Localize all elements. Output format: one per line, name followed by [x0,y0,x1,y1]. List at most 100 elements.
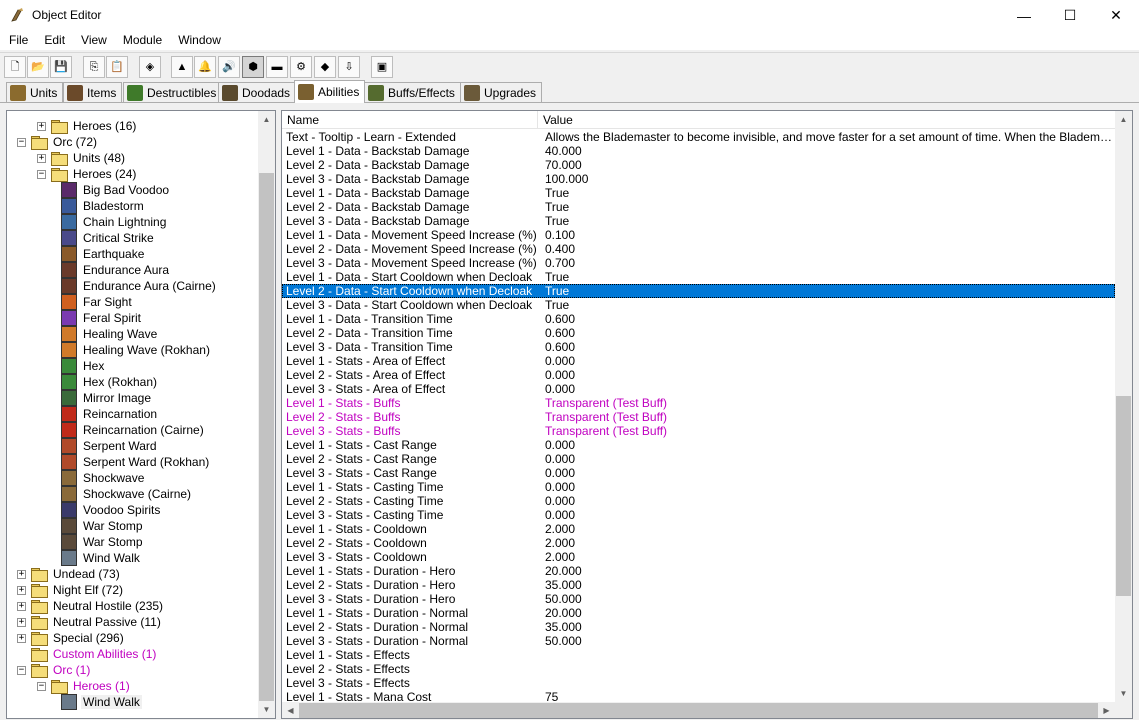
tree-ability-item[interactable]: Shockwave [61,470,146,486]
grid-row[interactable]: Level 1 - Data - Backstab Damage True [282,186,1115,200]
grid-row[interactable]: Level 2 - Stats - Cast Range 0.000 [282,452,1115,466]
tree-ability-item[interactable]: Wind Walk [61,550,142,566]
grid-row[interactable]: Level 2 - Data - Movement Speed Increase… [282,242,1115,256]
grid-row[interactable]: Level 2 - Stats - Area of Effect 0.000 [282,368,1115,382]
tab-abilities[interactable]: Abilities [294,80,366,103]
test-map-button[interactable]: ▣ [371,56,393,78]
grid-row[interactable]: Level 3 - Data - Backstab Damage True [282,214,1115,228]
expand-icon[interactable]: + [17,601,26,611]
unit-module-button[interactable]: ◈ [139,56,161,78]
open-button[interactable]: 📂 [27,56,49,78]
grid-row[interactable]: Level 3 - Data - Transition Time 0.600 [282,340,1115,354]
tree-ability-item[interactable]: Feral Spirit [61,310,143,326]
tab-buffs-effects[interactable]: Buffs/Effects [364,82,461,102]
grid-row[interactable]: Level 2 - Stats - Cooldown 2.000 [282,536,1115,550]
tree-folder-item[interactable]: + Special (296) [17,630,126,646]
tree-scroll-up-icon[interactable]: ▲ [258,111,275,128]
column-header-name[interactable]: Name [282,111,538,129]
grid-scroll-right-icon[interactable]: ▶ [1098,702,1115,718]
tree-scrollbar[interactable]: ▲ ▼ [258,111,275,718]
expand-icon[interactable]: + [37,153,46,163]
tree-ability-item[interactable]: Critical Strike [61,230,156,246]
grid-row[interactable]: Level 1 - Data - Backstab Damage 40.000 [282,144,1115,158]
grid-row[interactable]: Level 1 - Stats - Duration - Normal 20.00… [282,606,1115,620]
grid-row[interactable]: Level 1 - Stats - Area of Effect 0.000 [282,354,1115,368]
tree-folder-item[interactable]: − Orc (1) [17,662,92,678]
camera-button[interactable]: ▬ [266,56,288,78]
grid-row[interactable]: Level 3 - Stats - Cooldown 2.000 [282,550,1115,564]
save-button[interactable]: 💾 [50,56,72,78]
menu-file[interactable]: File [0,31,35,50]
grid-row[interactable]: Level 1 - Stats - Effects [282,648,1115,662]
tree-ability-item[interactable]: Endurance Aura [61,262,171,278]
grid-row[interactable]: Level 1 - Stats - Casting Time 0.000 [282,480,1115,494]
tree-folder-item[interactable]: − Heroes (24) [37,166,138,182]
tree-scroll-thumb[interactable] [259,173,274,701]
tab-upgrades[interactable]: Upgrades [460,82,543,102]
import-manager-button[interactable]: ⇩ [338,56,360,78]
collapse-icon[interactable]: − [17,137,26,147]
tree-ability-item[interactable]: War Stomp [61,518,145,534]
tree-ability-item[interactable]: Mirror Image [61,390,153,406]
tree-ability-item[interactable]: Serpent Ward [61,438,159,454]
menu-window[interactable]: Window [169,31,228,50]
tree-ability-item[interactable]: Chain Lightning [61,214,168,230]
tab-items[interactable]: Items [63,82,123,102]
tab-units[interactable]: Units [6,82,64,102]
grid-row[interactable]: Text - Tooltip - Learn - Extended Allows … [282,130,1115,144]
paste-button[interactable]: 📋 [106,56,128,78]
grid-row[interactable]: Level 2 - Stats - Duration - Normal 35.00… [282,620,1115,634]
grid-row[interactable]: Level 1 - Data - Transition Time 0.600 [282,312,1115,326]
speaker-button[interactable]: 🔊 [218,56,240,78]
trigger-editor-button[interactable]: ⚙ [290,56,312,78]
tree-scroll-down-icon[interactable]: ▼ [258,701,275,718]
sound-editor-button[interactable]: 🔔 [194,56,216,78]
grid-row[interactable]: Level 1 - Stats - Duration - Hero 20.000 [282,564,1115,578]
collapse-icon[interactable]: − [37,169,46,179]
grid-row[interactable]: Level 2 - Stats - Casting Time 0.000 [282,494,1115,508]
grid-scroll-down-icon[interactable]: ▼ [1115,685,1132,702]
copy-button[interactable]: ⎘ [83,56,105,78]
grid-row[interactable]: Level 3 - Stats - Effects [282,676,1115,690]
tree-ability-item[interactable]: Wind Walk [61,694,142,710]
collapse-icon[interactable]: − [37,681,46,691]
grid-row[interactable]: Level 2 - Data - Backstab Damage 70.000 [282,158,1115,172]
object-editor-button[interactable]: ⬢ [242,56,264,78]
grid-horizontal-scrollbar[interactable]: ◀ ▶ [282,702,1115,718]
grid-row[interactable]: Level 3 - Stats - Duration - Normal 50.00… [282,634,1115,648]
grid-row[interactable]: Level 3 - Stats - Buffs Transparent (Test… [282,424,1115,438]
grid-row[interactable]: Level 1 - Stats - Cast Range 0.000 [282,438,1115,452]
tree-folder-item[interactable]: + Night Elf (72) [17,582,125,598]
minimize-button[interactable]: — [1001,0,1047,31]
tree-ability-item[interactable]: Endurance Aura (Cairne) [61,278,218,294]
grid-row[interactable]: Level 2 - Stats - Buffs Transparent (Test… [282,410,1115,424]
close-button[interactable]: ✕ [1093,0,1139,31]
menu-edit[interactable]: Edit [35,31,72,50]
expand-icon[interactable]: + [37,121,46,131]
menu-view[interactable]: View [72,31,114,50]
grid-scrollbar[interactable]: ▲ ▼ [1115,111,1132,702]
ai-editor-button[interactable]: ◆ [314,56,336,78]
tree-folder-item[interactable]: + Units (48) [37,150,127,166]
grid-row[interactable]: Level 2 - Data - Transition Time 0.600 [282,326,1115,340]
grid-row[interactable]: Level 2 - Stats - Effects [282,662,1115,676]
tree-ability-item[interactable]: Shockwave (Cairne) [61,486,193,502]
expand-icon[interactable]: + [17,633,26,643]
grid-row[interactable]: Level 3 - Stats - Cast Range 0.000 [282,466,1115,480]
grid-hscroll-thumb[interactable] [299,703,1098,718]
tree-folder-item[interactable]: − Orc (72) [17,134,99,150]
tree-folder-item[interactable]: + Undead (73) [17,566,122,582]
grid-row[interactable]: Level 2 - Data - Start Cooldown when Dec… [282,284,1115,298]
tree-ability-item[interactable]: Reincarnation [61,406,159,422]
tree-ability-item[interactable]: Serpent Ward (Rokhan) [61,454,211,470]
tab-doodads[interactable]: Doodads [218,82,297,102]
grid-scroll-left-icon[interactable]: ◀ [282,702,299,718]
collapse-icon[interactable]: − [17,665,26,675]
tab-destructibles[interactable]: Destructibles [123,82,223,102]
tree-ability-item[interactable]: Bladestorm [61,198,146,214]
grid-row[interactable]: Level 1 - Data - Start Cooldown when Dec… [282,270,1115,284]
grid-row[interactable]: Level 3 - Data - Backstab Damage 100.000 [282,172,1115,186]
tree-ability-item[interactable]: Big Bad Voodoo [61,182,171,198]
tree-ability-item[interactable]: Earthquake [61,246,146,262]
field-grid[interactable]: Name Value Text - Tooltip - Learn - Exte… [281,110,1133,719]
